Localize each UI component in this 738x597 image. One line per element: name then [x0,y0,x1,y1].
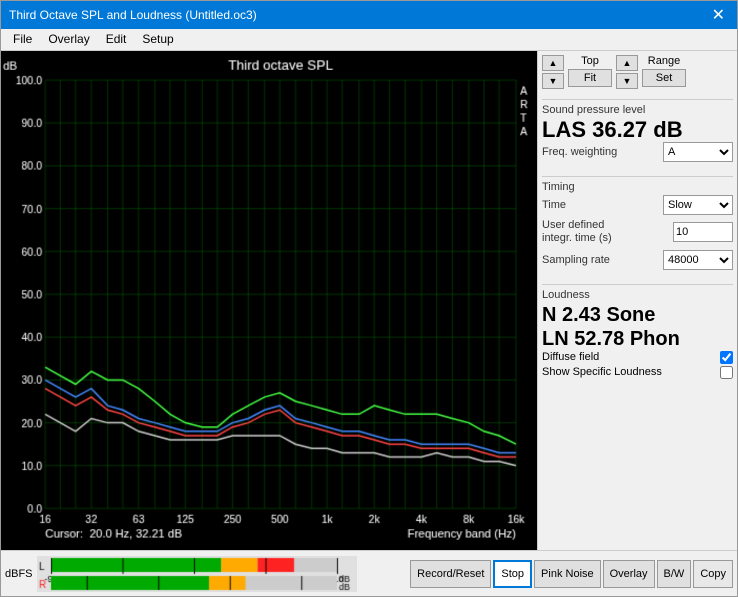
top-label: Top [581,55,599,67]
sampling-rate-select[interactable]: 44100 48000 96000 [663,250,733,270]
content-area: ▲ ▼ Top Fit ▲ ▼ Range Set Sou [1,51,737,550]
stop-btn[interactable]: Stop [493,560,532,588]
freq-weighting-select[interactable]: A B C Z [663,142,733,162]
range-label: Range [648,55,680,67]
user-integr-input[interactable] [673,222,733,242]
user-integr-label: User defined integr. time (s) [542,219,632,245]
close-button[interactable]: ✕ [708,5,729,25]
diffuse-field-label: Diffuse field [542,351,599,363]
menu-edit[interactable]: Edit [98,31,135,48]
fit-btn[interactable]: Fit [568,69,612,87]
time-row: Time Slow Fast Impulse [542,195,733,215]
spl-section-label: Sound pressure level [542,104,733,116]
top-up-btn[interactable]: ▲ [542,55,564,71]
bottom-bar: dBFS Record/Reset Stop Pink Noise Overla… [1,550,737,596]
range-group-labeled: Range Set [642,55,686,89]
spl-section: Sound pressure level LAS 36.27 dB Freq. … [542,104,733,166]
show-specific-checkbox[interactable] [720,366,733,379]
time-select[interactable]: Slow Fast Impulse [663,195,733,215]
top-down-btn[interactable]: ▼ [542,73,564,89]
bottom-buttons: Record/Reset Stop Pink Noise Overlay B/W… [410,560,733,588]
sampling-rate-row: Sampling rate 44100 48000 96000 [542,250,733,270]
set-btn[interactable]: Set [642,69,686,87]
menu-file[interactable]: File [5,31,40,48]
loudness-label: Loudness [542,289,733,301]
freq-weighting-row: Freq. weighting A B C Z [542,142,733,162]
menu-bar: File Overlay Edit Setup [1,29,737,51]
meter-section [37,556,407,592]
diffuse-field-checkbox[interactable] [720,351,733,364]
time-label: Time [542,199,566,211]
show-specific-label: Show Specific Loudness [542,366,662,378]
user-integr-row: User defined integr. time (s) [542,219,733,245]
loudness-section: Loudness N 2.43 Sone LN 52.78 Phon Diffu… [542,289,733,381]
nav-controls: ▲ ▼ Top Fit ▲ ▼ Range Set [542,55,733,89]
top-group-labeled: Top Fit [568,55,612,89]
copy-btn[interactable]: Copy [693,560,733,588]
ln-value: LN 52.78 Phon [542,327,733,351]
range-nav-group: ▲ ▼ [616,55,638,89]
overlay-btn[interactable]: Overlay [603,560,655,588]
show-specific-row: Show Specific Loudness [542,366,733,379]
dbfs-label: dBFS [5,568,33,580]
range-up-btn[interactable]: ▲ [616,55,638,71]
menu-overlay[interactable]: Overlay [40,31,97,48]
timing-label: Timing [542,181,733,193]
chart-area [1,51,537,550]
spl-value: LAS 36.27 dB [542,118,733,142]
top-nav-group: ▲ ▼ [542,55,564,89]
window-title: Third Octave SPL and Loudness (Untitled.… [9,8,257,22]
timing-section: Timing Time Slow Fast Impulse User defin… [542,181,733,273]
title-bar: Third Octave SPL and Loudness (Untitled.… [1,1,737,29]
range-down-btn[interactable]: ▼ [616,73,638,89]
menu-setup[interactable]: Setup [134,31,181,48]
freq-weighting-label: Freq. weighting [542,146,617,158]
n-value: N 2.43 Sone [542,303,733,327]
sampling-rate-label: Sampling rate [542,254,610,266]
pink-noise-btn[interactable]: Pink Noise [534,560,601,588]
right-panel: ▲ ▼ Top Fit ▲ ▼ Range Set Sou [537,51,737,550]
record-reset-btn[interactable]: Record/Reset [410,560,491,588]
meter-canvas [37,556,357,592]
diffuse-field-row: Diffuse field [542,351,733,364]
bw-btn[interactable]: B/W [657,560,692,588]
main-window: Third Octave SPL and Loudness (Untitled.… [0,0,738,597]
